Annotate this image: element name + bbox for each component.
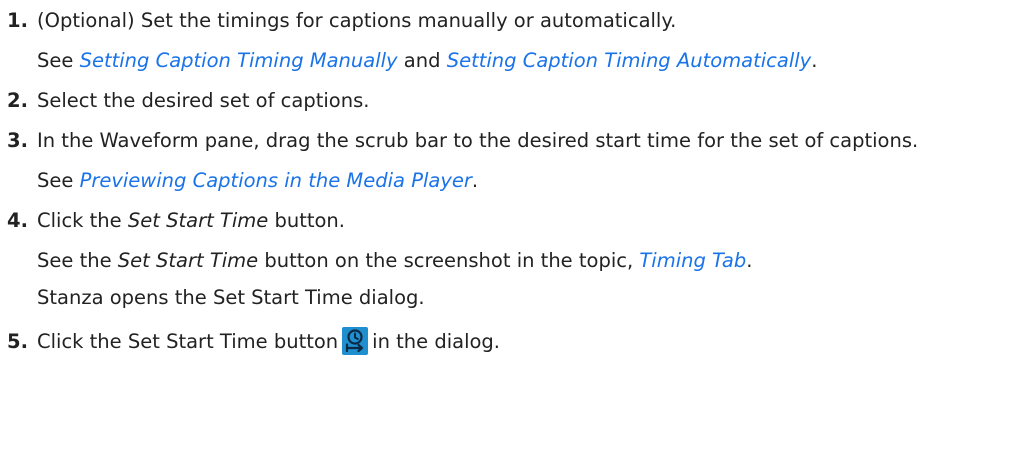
step-number: 5. <box>7 330 28 353</box>
step-number: 4. <box>7 209 28 232</box>
step-number: 2. <box>7 89 28 112</box>
step-result: Stanza opens the Set Start Time dialog. <box>37 286 425 309</box>
text-segment: Click the Set Start Time button <box>37 330 339 353</box>
link-setting-caption-timing-manually[interactable]: Setting Caption Timing Manually <box>80 49 398 72</box>
text-segment: in the dialog. <box>372 330 501 353</box>
period: . <box>811 49 818 72</box>
step-2: 2. Select the desired set of captions. <box>0 86 1013 116</box>
step-1: 1. (Optional) Set the timings for captio… <box>0 6 1013 76</box>
ui-term-set-start-time: Set Start Time <box>127 209 269 232</box>
step-see-also: See Setting Caption Timing Manually and … <box>37 46 993 76</box>
text-segment: See the <box>37 249 112 272</box>
step-text: Select the desired set of captions. <box>37 89 370 112</box>
step-see-also: See Previewing Captions in the Media Pla… <box>37 166 993 196</box>
link-previewing-captions-in-the-media-player[interactable]: Previewing Captions in the Media Player <box>80 169 472 192</box>
and-label: and <box>403 49 441 72</box>
document-body: 1. (Optional) Set the timings for captio… <box>0 0 1013 451</box>
period: . <box>746 249 753 272</box>
link-timing-tab[interactable]: Timing Tab <box>639 249 746 272</box>
step-see-also: See the Set Start Time button on the scr… <box>37 246 993 276</box>
ui-term-set-start-time: Set Start Time <box>117 249 259 272</box>
step-text: Click the Set Start Time button. <box>37 206 993 236</box>
step-number: 3. <box>7 129 28 152</box>
step-number: 1. <box>7 9 28 32</box>
step-5: 5. Click the Set Start Time button in th… <box>0 327 1013 357</box>
step-text: Click the Set Start Time button in the d… <box>37 327 993 357</box>
step-4: 4. Click the Set Start Time button. See … <box>0 206 1013 313</box>
clock-start-icon <box>342 327 369 355</box>
see-label: See <box>37 169 74 192</box>
see-label: See <box>37 49 74 72</box>
text-segment: button. <box>274 209 345 232</box>
text-segment: Click the <box>37 209 122 232</box>
text-segment: button on the screenshot in the topic, <box>264 249 634 272</box>
step-3: 3. In the Waveform pane, drag the scrub … <box>0 126 1013 196</box>
step-text: In the Waveform pane, drag the scrub bar… <box>37 129 919 152</box>
period: . <box>471 169 479 192</box>
step-text: (Optional) Set the timings for captions … <box>37 9 677 32</box>
link-setting-caption-timing-automatically[interactable]: Setting Caption Timing Automatically <box>447 49 812 72</box>
